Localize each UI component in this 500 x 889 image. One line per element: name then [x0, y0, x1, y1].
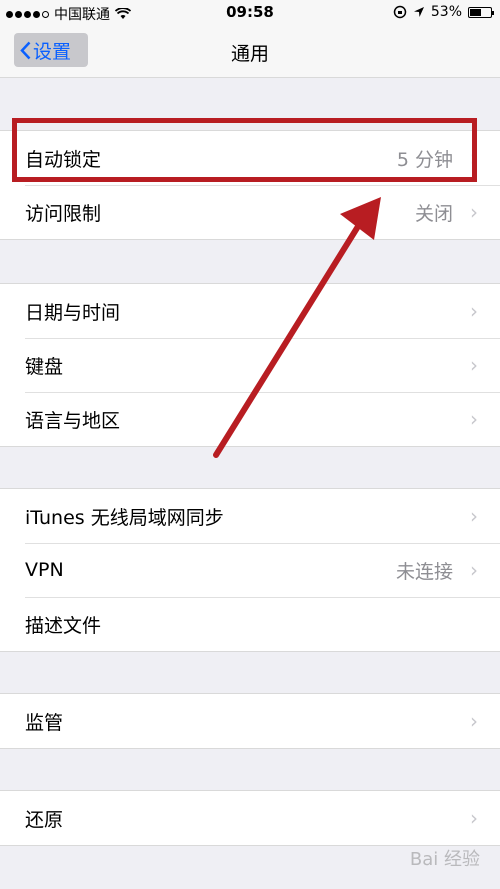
- annotation-arrow: [213, 197, 381, 458]
- watermark: Bai 经验: [409, 849, 480, 870]
